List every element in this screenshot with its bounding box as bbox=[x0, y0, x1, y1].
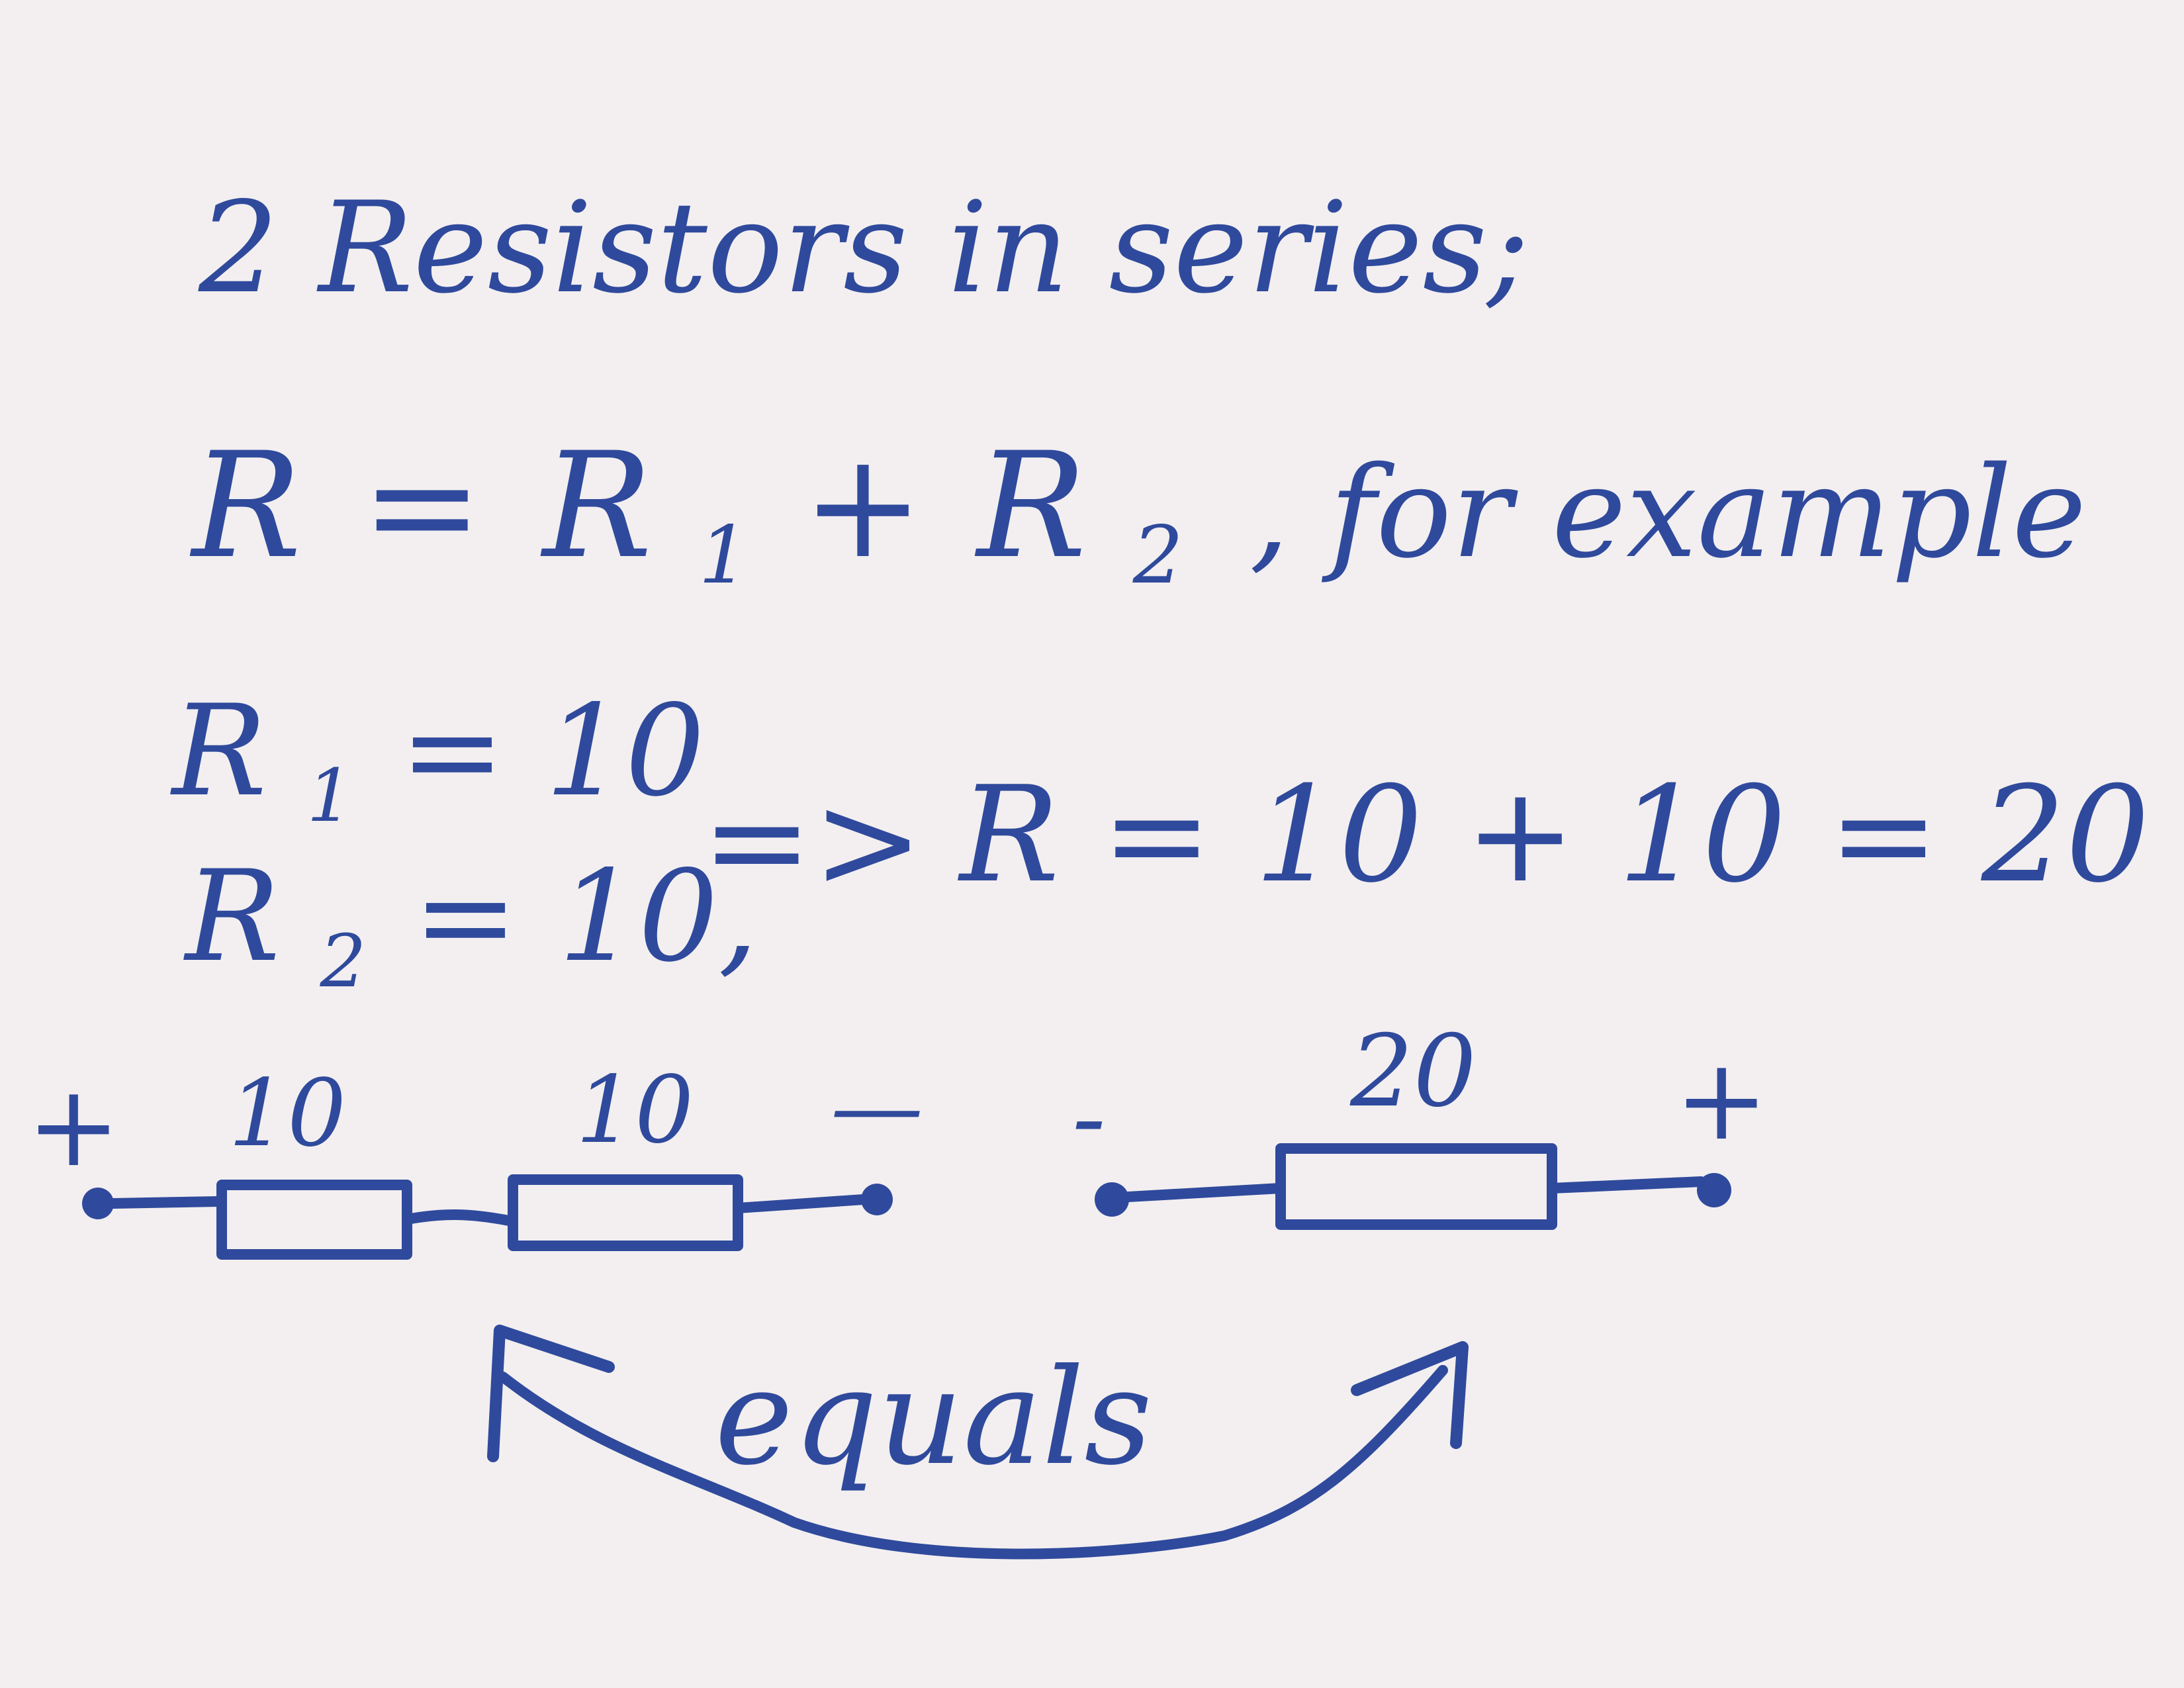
formula-plus: + bbox=[802, 421, 924, 590]
given-r1-symbol: R bbox=[170, 678, 267, 824]
formula-r2: R bbox=[974, 421, 1087, 590]
equivalent-circuit: - + 20 bbox=[1072, 1014, 1768, 1230]
series-circuit: + — 10 10 bbox=[26, 1053, 923, 1260]
given-r2-sub: 2 bbox=[319, 919, 366, 1004]
whiteboard-canvas: 2 Resistors in series; R = R 1 + R 2 , f… bbox=[26, 175, 2150, 1560]
equivalent-plus-sign: + bbox=[1674, 1035, 1768, 1166]
equals-arrow: equals bbox=[487, 1325, 1469, 1560]
result-equation: R = 10 + 10 = 20 bbox=[957, 758, 2150, 912]
series-resistor-2 bbox=[508, 1174, 743, 1251]
equivalent-resistor bbox=[1275, 1143, 1557, 1230]
equals-label: equals bbox=[715, 1340, 1152, 1495]
note-title: 2 Resistors in series; bbox=[198, 175, 1529, 321]
series-plus-sign: + bbox=[26, 1061, 120, 1192]
series-resistor-1-value: 10 bbox=[228, 1060, 346, 1168]
formula-r1: R bbox=[540, 421, 653, 590]
series-resistor-1 bbox=[216, 1180, 412, 1260]
svg-text:R = R 1: R = R 1 + R 2 , for example bbox=[189, 421, 2087, 617]
formula-eq: = bbox=[361, 421, 483, 590]
formula-lhs: R bbox=[189, 421, 302, 590]
given-r1-sub: 1 bbox=[306, 753, 353, 838]
given-values: R 1 = 10 R 2 = 10, bbox=[170, 678, 758, 1016]
series-minus-sign: — bbox=[831, 1053, 923, 1161]
implies-arrow: => bbox=[702, 765, 923, 919]
given-r1-rest: = 10 bbox=[400, 678, 705, 824]
given-r2-symbol: R bbox=[183, 843, 280, 990]
equivalent-resistor-value: 20 bbox=[1349, 1014, 1477, 1129]
formula-tail: , for example bbox=[1250, 440, 2087, 586]
svg-text:R 1 = 10: R 1 = 10 bbox=[170, 678, 705, 851]
formula-line: R = R 1 + R 2 , for example bbox=[189, 421, 2087, 617]
series-right-terminal bbox=[861, 1184, 893, 1215]
formula-r1-sub: 1 bbox=[698, 510, 749, 602]
series-resistor-2-value: 10 bbox=[576, 1056, 694, 1164]
formula-r2-sub: 2 bbox=[1132, 510, 1183, 602]
equivalent-minus-sign: - bbox=[1072, 1060, 1106, 1176]
svg-text:R 2 = 10,: R 2 = 10, bbox=[183, 843, 758, 1016]
equivalent-right-terminal bbox=[1697, 1173, 1731, 1207]
